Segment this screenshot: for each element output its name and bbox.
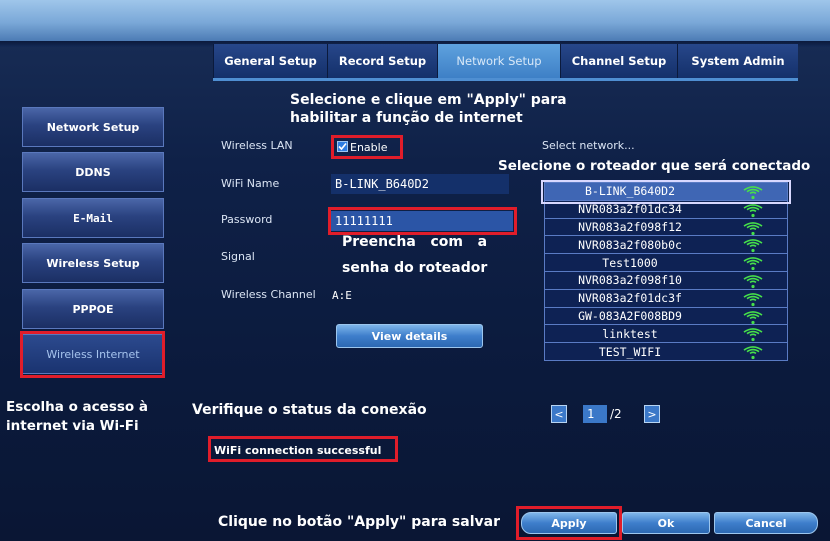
password-hint-line2: senha do roteador — [342, 260, 488, 276]
tab-system-admin[interactable]: System Admin — [677, 44, 798, 78]
sidebar-item-pppoe[interactable]: PPPOE — [22, 289, 164, 329]
network-list-item[interactable]: NVR083a2f080b0c — [544, 235, 788, 255]
wifi-signal-icon — [743, 292, 763, 306]
sidebar-item-ddns[interactable]: DDNS — [22, 152, 164, 192]
network-list: B-LINK_B640D2 NVR083a2f01dc34 NVR083a2f098… — [541, 180, 791, 361]
network-list-item[interactable]: TEST_WIFI — [544, 342, 788, 361]
enable-label: Enable — [350, 141, 388, 154]
tab-network-setup[interactable]: Network Setup — [437, 44, 560, 78]
network-name: NVR083a2f098f12 — [578, 219, 682, 234]
sidebar-item-wireless-setup[interactable]: Wireless Setup — [22, 243, 164, 283]
network-name: linktest — [602, 326, 658, 341]
status-highlight — [208, 436, 398, 462]
tab-channel-setup[interactable]: Channel Setup — [560, 44, 677, 78]
tab-record-setup[interactable]: Record Setup — [327, 44, 437, 78]
tab-general-setup[interactable]: General Setup — [213, 44, 327, 78]
wifi-name-label: WiFi Name — [221, 177, 280, 190]
network-name: Test1000 — [602, 255, 658, 270]
sidebar-item-network-setup[interactable]: Network Setup — [22, 107, 164, 147]
apply-highlight — [516, 506, 622, 540]
wifi-signal-icon — [743, 203, 763, 217]
page-total: /2 — [610, 407, 622, 421]
page-number-field[interactable]: 1 — [583, 405, 607, 423]
network-list-item[interactable]: NVR083a2f098f12 — [544, 217, 788, 237]
password-label: Password — [221, 213, 273, 226]
wifi-signal-icon — [743, 257, 763, 271]
wifi-signal-icon — [743, 328, 763, 342]
wifi-signal-icon — [743, 221, 763, 235]
select-router-hint: Selecione o roteador que será conectado — [498, 158, 811, 174]
prev-page-button[interactable]: < — [551, 405, 567, 423]
network-list-item[interactable]: Test1000 — [544, 253, 788, 272]
wifi-access-hint-line1: Escolha o acesso à — [6, 399, 148, 415]
cancel-button[interactable]: Cancel — [714, 512, 818, 534]
network-list-item[interactable]: NVR083a2f01dc3f — [544, 288, 788, 308]
view-details-button[interactable]: View details — [336, 324, 483, 348]
signal-label: Signal — [221, 250, 255, 263]
wifi-signal-icon — [743, 346, 763, 360]
enable-hint: Selecione e clique em "Apply" para habil… — [290, 92, 567, 126]
wifi-signal-icon — [743, 310, 763, 324]
network-list-header: Select network... — [542, 139, 635, 152]
network-list-item[interactable]: NVR083a2f098f10 — [544, 270, 788, 290]
enable-checkbox[interactable] — [337, 141, 348, 152]
dvr-network-screen: General Setup Record Setup Network Setup… — [0, 0, 830, 541]
network-name: NVR083a2f080b0c — [578, 237, 682, 252]
network-name: TEST_WIFI — [598, 344, 662, 359]
next-page-button[interactable]: > — [644, 405, 660, 423]
network-name: GW-083A2F008BD9 — [578, 308, 682, 323]
wireless-lan-label: Wireless LAN — [221, 139, 293, 152]
wifi-signal-icon — [743, 239, 763, 253]
selected-network-highlight — [541, 180, 791, 204]
title-bar — [0, 0, 830, 41]
ok-button[interactable]: Ok — [622, 512, 710, 534]
wifi-name-field[interactable]: B-LINK_B640D2 — [331, 174, 509, 194]
network-name: NVR083a2f01dc34 — [578, 202, 682, 217]
wireless-channel-value: A:E — [332, 289, 352, 302]
password-hint-line1: Preencha com a — [342, 234, 488, 250]
wireless-internet-highlight — [20, 331, 165, 378]
network-name: NVR083a2f01dc3f — [578, 291, 682, 306]
password-highlight — [328, 207, 517, 235]
network-list-item[interactable]: linktest — [544, 324, 788, 344]
wifi-signal-icon — [743, 275, 763, 289]
wireless-channel-label: Wireless Channel — [221, 288, 316, 301]
network-list-item[interactable]: GW-083A2F008BD9 — [544, 306, 788, 326]
status-hint: Verifique o status da conexão — [192, 402, 427, 418]
sidebar-item-email[interactable]: E-Mail — [22, 198, 164, 238]
tab-underline — [213, 78, 798, 81]
checkmark-icon — [338, 142, 347, 151]
network-name: NVR083a2f098f10 — [578, 273, 682, 288]
wifi-access-hint-line2: internet via Wi-Fi — [6, 418, 139, 434]
apply-hint: Clique no botão "Apply" para salvar — [218, 514, 500, 530]
